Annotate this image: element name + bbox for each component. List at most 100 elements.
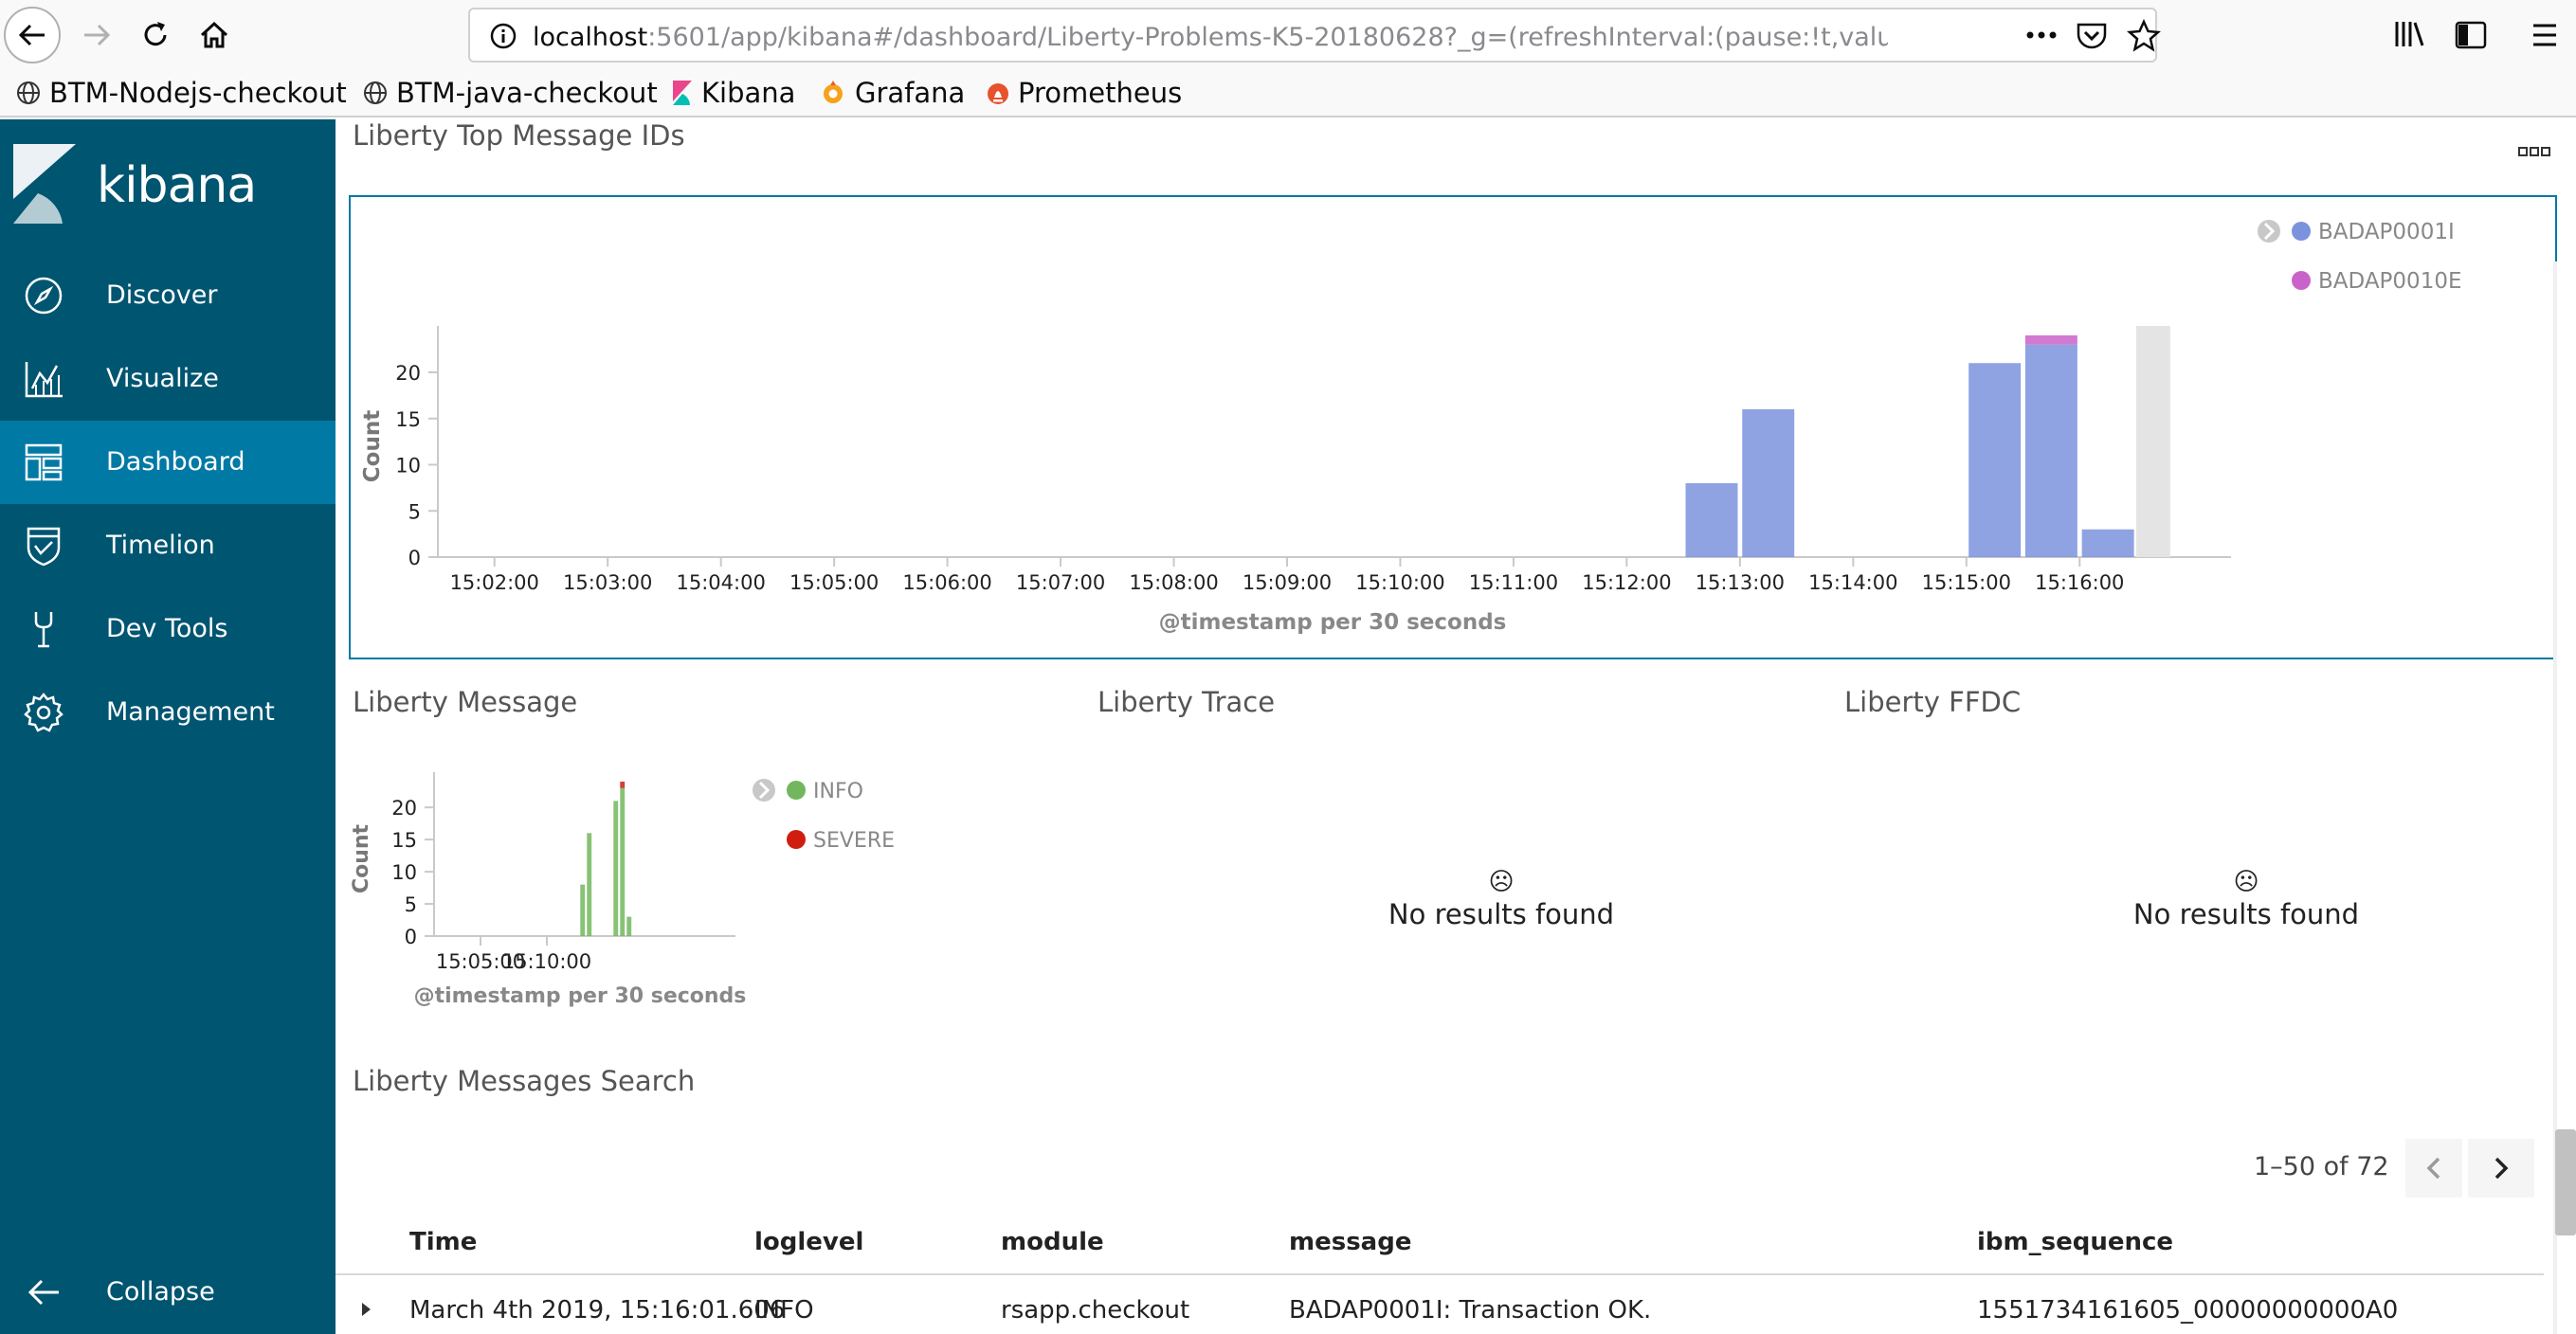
table-row[interactable]: March 4th 2019, 15:16:01.606 INFO rsapp.… [336,1277,2544,1334]
wrench-icon [23,608,64,650]
pocket-icon[interactable] [2076,21,2108,51]
top-message-ids-chart: 0510152015:02:0015:03:0015:04:0015:05:00… [351,197,2559,661]
x-axis-label: @timestamp per 30 seconds [1159,610,1507,635]
kibana-sidebar: kibana Discover Visualize Dashboard Time… [0,119,336,1334]
top-message-ids-panel: 0510152015:02:0015:03:0015:04:0015:05:00… [349,195,2557,659]
x-tick-label: 15:03:00 [563,571,652,594]
dashboard-main: Liberty Top Message IDs 0510152015:02:00… [336,119,2576,1334]
back-button[interactable] [4,7,61,63]
sidebar-item-label: Dashboard [106,447,245,477]
bookmark-label: Kibana [701,77,795,109]
cell-time: March 4th 2019, 15:16:01.606 [409,1296,785,1325]
column-header-loglevel[interactable]: loglevel [754,1228,863,1256]
kibana-logo-icon[interactable] [13,144,76,224]
column-header-time[interactable]: Time [409,1228,477,1256]
bar [613,801,618,936]
collapse-label: Collapse [106,1277,215,1307]
home-icon [198,19,230,51]
reload-button[interactable] [127,7,184,63]
panel-options-icon[interactable] [2517,142,2551,161]
cell-module: rsapp.checkout [1001,1296,1189,1325]
bar [1686,483,1738,557]
more-horizontal-icon[interactable] [2024,21,2059,49]
bar [626,917,631,936]
y-axis-label: Count [360,410,385,482]
bookmark-label: BTM-java-checkout [396,77,658,109]
panel-title-top-message-ids: Liberty Top Message IDs [353,119,685,152]
gear-icon [23,692,64,733]
sidebar-collapse-button[interactable]: Collapse [0,1251,336,1334]
x-tick-label: 15:05:00 [789,571,879,594]
no-results-text: No results found [1388,898,1614,930]
library-icon[interactable] [2394,19,2426,49]
panel-title-liberty-ffdc: Liberty FFDC [1844,686,2021,718]
shield-icon [23,525,64,567]
hamburger-menu-icon[interactable] [2531,21,2559,49]
legend-label: BADAP0001I [2318,220,2455,244]
panel-title-liberty-message: Liberty Message [353,686,577,718]
url-path: :5601/app/kibana#/dashboard/Liberty-Prob… [647,23,1888,52]
bookmark-btm-java[interactable]: BTM-java-checkout [362,74,658,112]
sidebar-item-dev-tools[interactable]: Dev Tools [0,587,336,671]
x-axis-label: @timestamp per 30 seconds [414,984,747,1008]
sidebar-item-management[interactable]: Management [0,671,336,754]
x-tick-label: 15:09:00 [1243,571,1332,594]
y-tick-label: 5 [408,500,421,523]
column-header-ibm-sequence[interactable]: ibm_sequence [1977,1228,2173,1256]
pager-prev-button[interactable] [2405,1139,2462,1198]
info-icon[interactable] [489,22,517,50]
column-header-message[interactable]: message [1289,1228,1411,1256]
legend-swatch [2292,271,2311,290]
x-tick-label: 15:05:00 [436,950,525,973]
reload-icon [139,19,172,51]
bar [2025,345,2077,557]
sidebar-item-discover[interactable]: Discover [0,254,336,337]
cell-message: BADAP0001I: Transaction OK. [1289,1296,1651,1325]
pager-next-button[interactable] [2468,1139,2534,1198]
sidebar-item-dashboard[interactable]: Dashboard [0,421,336,504]
chevron-left-icon [2422,1155,2445,1181]
time-marker-band [2136,326,2170,557]
bar [580,885,585,936]
no-results-text: No results found [2133,898,2359,930]
sidebar-toggle-icon[interactable] [2455,21,2487,49]
prometheus-icon [986,79,1010,107]
bookmark-label: BTM-Nodejs-checkout [49,77,347,109]
star-icon[interactable] [2127,19,2161,53]
sad-face-icon: ☹ [2028,868,2464,896]
x-tick-label: 15:14:00 [1808,571,1897,594]
trace-empty-state: ☹ No results found [1283,868,1719,930]
y-tick-label: 10 [395,455,421,478]
bookmark-label: Grafana [855,77,965,109]
x-tick-label: 15:10:00 [502,950,591,973]
y-axis-label: Count [350,823,373,893]
scrollbar-thumb[interactable] [2555,1129,2576,1235]
dashboard-icon [23,442,64,483]
url-text[interactable]: localhost:5601/app/kibana#/dashboard/Lib… [533,23,1888,52]
bookmark-prometheus[interactable]: Prometheus [986,74,1182,112]
back-arrow-icon [16,19,48,51]
home-button[interactable] [186,7,243,63]
table-header: Time loglevel module message ibm_sequenc… [336,1209,2544,1275]
forward-arrow-icon [81,19,113,51]
legend-toggle-icon [753,779,775,802]
bookmark-kibana[interactable]: Kibana [671,74,795,112]
url-bar[interactable]: localhost:5601/app/kibana#/dashboard/Lib… [468,8,2157,63]
brand-wordmark[interactable]: kibana [97,157,256,214]
y-tick-label: 20 [395,362,421,385]
sad-face-icon: ☹ [1283,868,1719,896]
sidebar-item-timelion[interactable]: Timelion [0,504,336,587]
forward-button[interactable] [68,7,125,63]
legend-label: SEVERE [813,829,895,853]
sidebar-item-label: Management [106,697,275,727]
chevron-right-icon [2490,1155,2513,1181]
y-tick-label: 20 [391,797,417,820]
bookmark-grafana[interactable]: Grafana [819,74,965,112]
expand-caret-icon[interactable] [358,1300,373,1319]
bar [2025,335,2077,345]
column-header-module[interactable]: module [1001,1228,1104,1256]
bookmark-btm-nodejs[interactable]: BTM-Nodejs-checkout [15,74,347,112]
sidebar-item-visualize[interactable]: Visualize [0,337,336,421]
globe-icon [15,80,42,106]
bar [1742,409,1794,557]
